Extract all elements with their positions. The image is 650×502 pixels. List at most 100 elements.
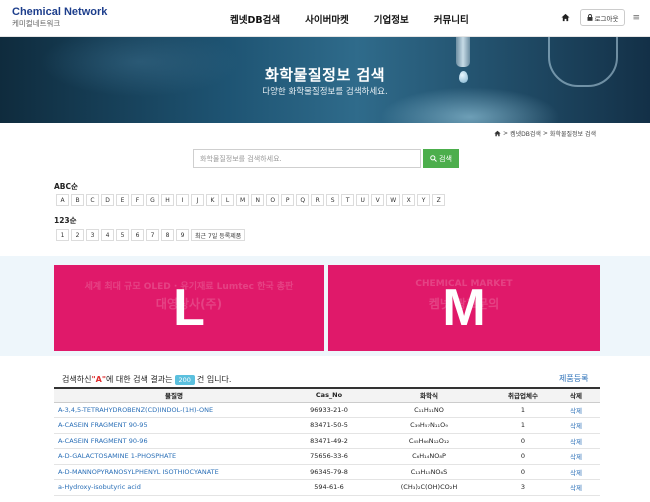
- breadcrumb: > 켐넷DB검색 > 화학물질정보 검색: [494, 129, 596, 138]
- substance-name-link[interactable]: A-CASEIN FRAGMENT 90-96: [54, 433, 294, 449]
- site-logo[interactable]: Chemical Network 케미컬네트워크: [12, 6, 107, 29]
- logo-title: Chemical Network: [12, 6, 108, 18]
- index-letter-t[interactable]: T: [341, 194, 355, 206]
- result-query: "A": [91, 375, 106, 384]
- index-letter-i[interactable]: I: [176, 194, 189, 206]
- table-row: A-D-MANNOPYRANOSYLPHENYL ISOTHIOCYANATE 9…: [54, 464, 600, 480]
- index-letter-m[interactable]: M: [236, 194, 250, 206]
- index-letter-n[interactable]: N: [251, 194, 265, 206]
- index-letter-o[interactable]: O: [266, 194, 280, 206]
- search-input[interactable]: [193, 149, 421, 168]
- substance-name-link[interactable]: A-D-MANNOPYRANOSYLPHENYL ISOTHIOCYANATE: [54, 464, 294, 480]
- index-letter-c[interactable]: C: [86, 194, 99, 206]
- col-delete: 삭제: [552, 387, 600, 403]
- number-index-label: 123순: [54, 216, 77, 225]
- result-summary: 검색하신 "A" 에 대한 검색 결과는 200 건 입니다.: [62, 374, 231, 385]
- index-number-5[interactable]: 5: [116, 229, 129, 241]
- search-button[interactable]: 검색: [423, 149, 459, 168]
- hamburger-menu-icon[interactable]: ≡: [632, 13, 640, 23]
- index-letter-a[interactable]: A: [56, 194, 69, 206]
- main-nav: 켐넷DB검색 사이버마켓 기업정보 커뮤니티: [230, 12, 494, 26]
- supplier-count: 1: [494, 402, 552, 418]
- chemical-formula: C₄₅H₆₆N₁₂O₁₂: [364, 433, 494, 449]
- index-number-8[interactable]: 8: [161, 229, 174, 241]
- table-row: a-Hydroxy-isobutyric acid 594-61-6 (CH₃)₂C…: [54, 479, 600, 496]
- delete-link[interactable]: 삭제: [552, 433, 600, 449]
- logout-button[interactable]: 로그아웃: [579, 9, 626, 26]
- supplier-count: 3: [494, 479, 552, 496]
- index-letter-u[interactable]: U: [356, 194, 370, 206]
- index-letter-z[interactable]: Z: [432, 194, 446, 206]
- search-button-label: 검색: [439, 154, 452, 163]
- nav-chemnet-db[interactable]: 켐넷DB검색: [230, 12, 280, 26]
- index-letter-e[interactable]: E: [116, 194, 129, 206]
- index-number-2[interactable]: 2: [71, 229, 84, 241]
- register-product-link[interactable]: 제품등록: [559, 373, 588, 384]
- result-suffix: 건 입니다.: [196, 375, 232, 384]
- chemical-formula: (CH₃)₂C(OH)CO₂H: [364, 479, 494, 496]
- index-number-9[interactable]: 9: [176, 229, 189, 241]
- index-number-최근-7일-등록제품[interactable]: 최근 7일 등록제품: [191, 229, 246, 241]
- delete-link[interactable]: 삭제: [552, 448, 600, 465]
- index-number-1[interactable]: 1: [56, 229, 69, 241]
- table-header-row: 물질명 Cas_No 화학식 취급업체수 삭제: [54, 387, 600, 403]
- index-letter-g[interactable]: G: [146, 194, 159, 206]
- index-number-7[interactable]: 7: [146, 229, 159, 241]
- nav-company-info[interactable]: 기업정보: [374, 12, 409, 26]
- cas-number: 75656-33-6: [294, 448, 364, 465]
- index-letter-p[interactable]: P: [281, 194, 295, 206]
- search-bar: 검색: [193, 149, 459, 168]
- cas-number: 594-61-6: [294, 479, 364, 496]
- delete-link[interactable]: 삭제: [552, 417, 600, 434]
- index-letter-h[interactable]: H: [161, 194, 174, 206]
- results-table: 물질명 Cas_No 화학식 취급업체수 삭제 A-3,4,5-TETRAHYD…: [54, 387, 600, 496]
- table-row: A-CASEIN FRAGMENT 90-95 83471-50-5 C₃₉H₅₇N…: [54, 417, 600, 434]
- page-subtitle: 다양한 화학물질정보를 검색하세요.: [262, 87, 388, 97]
- index-letter-y[interactable]: Y: [417, 194, 431, 206]
- logout-label: 로그아웃: [594, 14, 619, 23]
- substance-name-link[interactable]: A-CASEIN FRAGMENT 90-95: [54, 417, 294, 434]
- index-letter-s[interactable]: S: [326, 194, 340, 206]
- abc-index: ABCDEFGHIJKLMNOPQRSTUVWXYZ: [56, 194, 446, 206]
- substance-name-link[interactable]: A-3,4,5-TETRAHYDROBENZ(CD)INDOL-(1H)-ONE: [54, 402, 294, 418]
- result-middle: 에 대한 검색 결과는: [105, 375, 173, 384]
- nav-cyber-market[interactable]: 사이버마켓: [305, 12, 349, 26]
- cas-number: 96933-21-0: [294, 402, 364, 418]
- lock-icon: [587, 14, 593, 21]
- number-index: 1 2 3 4 5 6 7 8 9 최근 7일 등록제품: [56, 229, 246, 241]
- index-number-3[interactable]: 3: [86, 229, 99, 241]
- home-icon[interactable]: [559, 11, 573, 25]
- substance-name-link[interactable]: A-D-GALACTOSAMINE 1-PHOSPHATE: [54, 448, 294, 465]
- col-supplier-count: 취급업체수: [494, 387, 552, 403]
- delete-link[interactable]: 삭제: [552, 402, 600, 418]
- index-letter-r[interactable]: R: [311, 194, 325, 206]
- index-letter-v[interactable]: V: [371, 194, 385, 206]
- index-number-6[interactable]: 6: [131, 229, 144, 241]
- index-letter-w[interactable]: W: [386, 194, 401, 206]
- table-row: A-CASEIN FRAGMENT 90-96 83471-49-2 C₄₅H₆₆N…: [54, 433, 600, 449]
- index-letter-j[interactable]: J: [191, 194, 204, 206]
- page-title: 화학물질정보 검색: [264, 66, 386, 84]
- index-letter-q[interactable]: Q: [296, 194, 310, 206]
- index-letter-x[interactable]: X: [402, 194, 416, 206]
- delete-link[interactable]: 삭제: [552, 479, 600, 496]
- index-letter-k[interactable]: K: [206, 194, 219, 206]
- ad-m-letter: M: [442, 279, 486, 337]
- index-letter-l[interactable]: L: [221, 194, 234, 206]
- hero-banner: 화학물질정보 검색 다양한 화학물질정보를 검색하세요.: [0, 37, 650, 123]
- cas-number: 83471-49-2: [294, 433, 364, 449]
- index-number-4[interactable]: 4: [101, 229, 114, 241]
- index-letter-d[interactable]: D: [101, 194, 114, 206]
- ad-banner-l[interactable]: 세계 최대 규모 OLED · 유기재료 Lumtec 한국 총판 대영상사(주…: [54, 265, 324, 351]
- home-icon[interactable]: [494, 130, 501, 137]
- breadcrumb-item-current: 화학물질정보 검색: [549, 131, 596, 138]
- nav-community[interactable]: 커뮤니티: [434, 12, 469, 26]
- substance-name-link[interactable]: a-Hydroxy-isobutyric acid: [54, 479, 294, 496]
- index-letter-f[interactable]: F: [131, 194, 144, 206]
- site-header: Chemical Network 케미컬네트워크 켐넷DB검색 사이버마켓 기업…: [0, 0, 650, 37]
- ad-banner-m[interactable]: CHEMICAL MARKET 켐넷 광고문의 M: [328, 265, 600, 351]
- index-letter-b[interactable]: B: [71, 194, 84, 206]
- delete-link[interactable]: 삭제: [552, 464, 600, 480]
- col-cas-no: Cas_No: [294, 387, 364, 403]
- breadcrumb-item-chemnet-db[interactable]: 켐넷DB검색: [510, 129, 541, 138]
